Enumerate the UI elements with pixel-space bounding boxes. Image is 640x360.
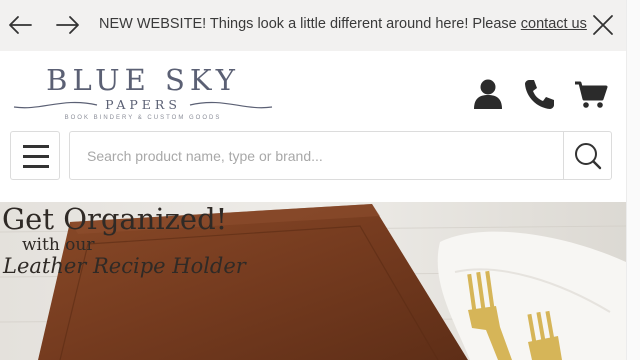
logo-sub: PAPERS xyxy=(105,97,181,112)
search-button[interactable] xyxy=(563,132,611,179)
close-icon[interactable] xyxy=(590,12,616,38)
site-header: BLUE SKY PAPERS Book Bindery & Custom Go… xyxy=(0,51,626,131)
next-announcement-button[interactable] xyxy=(53,10,83,40)
logo-tagline: Book Bindery & Custom Goods xyxy=(64,115,222,121)
scrollbar[interactable] xyxy=(626,0,640,360)
contact-us-link[interactable]: contact us xyxy=(521,16,587,32)
site-logo[interactable]: BLUE SKY PAPERS Book Bindery & Custom Go… xyxy=(12,63,274,125)
hamburger-icon-bar xyxy=(23,165,49,168)
previous-announcement-button[interactable] xyxy=(5,10,35,40)
announcement-text: NEW WEBSITE! Things look a little differ… xyxy=(99,16,521,32)
hero-banner[interactable]: Get Organized! with our Leather Recipe H… xyxy=(0,202,626,360)
hero-product-name: Leather Recipe Holder xyxy=(3,254,246,278)
hamburger-icon xyxy=(23,145,49,148)
search-bar xyxy=(69,131,612,180)
cart-icon[interactable] xyxy=(574,77,608,111)
arrow-right-icon xyxy=(56,16,79,34)
hero-subline: with our xyxy=(22,235,95,255)
announcement-message: NEW WEBSITE! Things look a little differ… xyxy=(99,16,587,32)
hero-headline: Get Organized! xyxy=(2,202,228,236)
hamburger-icon-bar xyxy=(23,155,49,158)
search-input[interactable] xyxy=(70,132,563,179)
arrow-left-icon xyxy=(9,16,32,34)
menu-button[interactable] xyxy=(10,131,60,180)
search-icon xyxy=(575,143,602,170)
phone-icon[interactable] xyxy=(522,77,556,111)
announcement-bar: NEW WEBSITE! Things look a little differ… xyxy=(0,0,626,51)
account-icon[interactable] xyxy=(471,77,505,111)
